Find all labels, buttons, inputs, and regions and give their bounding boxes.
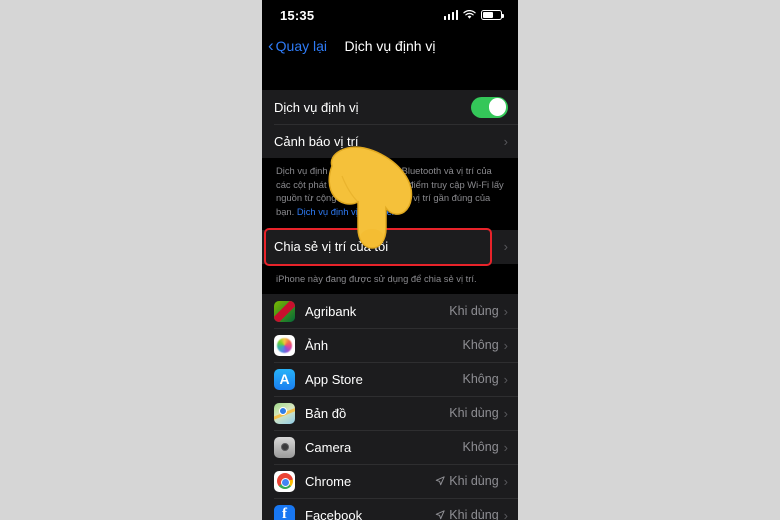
app-row-label: Chrome — [305, 473, 352, 489]
app-row-label: Facebook — [305, 507, 363, 520]
app-row-value: Khi dùng — [449, 406, 499, 421]
row-location-services-label: Dịch vụ định vị — [274, 99, 359, 115]
privacy-link[interactable]: Dịch vụ định vị & Quyền — [297, 206, 397, 217]
chevron-right-icon: › — [503, 405, 508, 421]
chevron-right-icon: › — [503, 239, 508, 254]
chevron-right-icon: › — [503, 371, 508, 387]
agribank-app-icon — [274, 300, 295, 322]
photos-app-icon — [274, 334, 295, 356]
chevron-right-icon: › — [503, 439, 508, 455]
nav-spacer — [262, 62, 518, 90]
row-location-alerts-label: Cảnh báo vị trí — [274, 133, 359, 149]
camera-lens — [280, 443, 289, 452]
chevron-right-icon: › — [503, 473, 508, 489]
app-row-label: Agribank — [305, 303, 357, 319]
toggle-knob — [488, 98, 507, 116]
chevron-right-icon: › — [503, 507, 508, 520]
battery-icon — [481, 9, 504, 21]
wifi-icon — [463, 10, 476, 20]
app-row-value: Khi dùng — [449, 304, 499, 319]
row-share-my-location-label: Chia sẻ vị trí của tôi — [274, 239, 389, 254]
phone-screenshot: 15:35 ‹ Quay lại Dịch vụ định vị Dịch vụ… — [262, 0, 518, 520]
app-row-value: Không — [462, 338, 499, 353]
facebook-app-icon: f — [274, 504, 295, 520]
location-services-toggle[interactable] — [471, 96, 508, 118]
app-row[interactable]: Ảnh Không › — [262, 328, 518, 362]
chrome-app-icon — [274, 470, 295, 492]
app-row-label: App Store — [305, 371, 363, 387]
row-share-my-location[interactable]: Chia sẻ vị trí của tôi › — [262, 229, 518, 264]
row-location-services[interactable]: Dịch vụ định vị — [262, 90, 518, 124]
location-arrow-icon — [435, 474, 445, 489]
app-row[interactable]: Camera Không › — [262, 430, 518, 464]
row-location-alerts[interactable]: Cảnh báo vị trí › — [262, 124, 518, 158]
app-row[interactable]: f Facebook Khi dùng › — [262, 498, 518, 520]
maps-app-icon — [274, 402, 295, 424]
app-row[interactable]: Agribank Khi dùng › — [262, 294, 518, 328]
chevron-left-icon: ‹ — [268, 36, 274, 55]
navigation-bar: ‹ Quay lại Dịch vụ định vị — [262, 30, 518, 62]
status-bar: 15:35 — [262, 0, 518, 30]
share-location-footer: iPhone này đang được sử dụng để chia sẻ … — [262, 266, 518, 295]
appstore-app-icon: A — [274, 368, 295, 390]
location-arrow-icon — [435, 508, 445, 520]
app-row-value: Khi dùng — [449, 474, 499, 489]
back-button-label: Quay lại — [275, 38, 328, 54]
app-row-value: Không — [462, 440, 499, 455]
chevron-right-icon: › — [503, 303, 508, 319]
icon-glyph: A — [279, 371, 290, 388]
app-row-label: Bản đồ — [305, 405, 347, 421]
chevron-right-icon: › — [503, 133, 508, 149]
app-row[interactable]: Bản đồ Khi dùng › — [262, 396, 518, 430]
apps-list: Agribank Khi dùng › Ảnh Không › A App Store Khôn… — [262, 294, 518, 520]
location-services-footer: Dịch vụ định vị sử dụng GPS, Bluetooth v… — [262, 158, 518, 227]
back-button[interactable]: ‹ Quay lại — [268, 36, 328, 55]
status-icons — [443, 9, 504, 21]
chevron-right-icon: › — [503, 337, 508, 353]
camera-app-icon — [274, 436, 295, 458]
app-row-value: Không — [462, 372, 499, 387]
app-row-label: Ảnh — [305, 337, 329, 353]
status-time: 15:35 — [280, 7, 315, 23]
cellular-signal-icon — [443, 10, 458, 20]
app-row-value: Khi dùng — [449, 508, 499, 520]
icon-glyph: f — [282, 506, 287, 520]
location-services-group: Dịch vụ định vị Cảnh báo vị trí › — [262, 90, 518, 158]
app-row-label: Camera — [305, 439, 352, 455]
app-row[interactable]: Chrome Khi dùng › — [262, 464, 518, 498]
app-row[interactable]: A App Store Không › — [262, 362, 518, 396]
share-location-section: Chia sẻ vị trí của tôi › — [262, 226, 518, 267]
